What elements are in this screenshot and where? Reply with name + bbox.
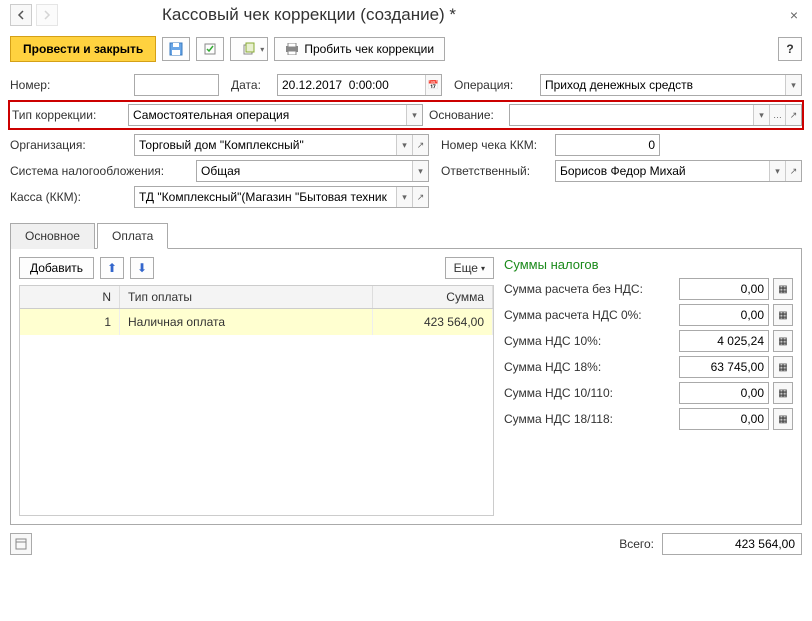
calculator-icon[interactable]: ▦ — [773, 278, 793, 300]
open-icon[interactable]: ↗ — [412, 135, 428, 155]
operation-label: Операция: — [454, 78, 534, 92]
grid-empty-area[interactable] — [20, 335, 493, 515]
help-button[interactable]: ? — [778, 37, 802, 61]
add-row-button[interactable]: Добавить — [19, 257, 94, 279]
cell-type: Наличная оплата — [120, 309, 373, 335]
tax-system-label: Система налогообложения: — [10, 164, 190, 178]
tax-system-select[interactable]: ▾ — [196, 160, 429, 182]
tax-vat10-110-input[interactable] — [679, 382, 769, 404]
print-correction-check-button[interactable]: Пробить чек коррекции — [274, 37, 445, 61]
save-button[interactable] — [162, 37, 190, 61]
chevron-down-icon[interactable]: ▾ — [412, 161, 428, 181]
kkm-num-input[interactable] — [555, 134, 660, 156]
total-label: Всего: — [619, 537, 654, 551]
date-input[interactable] — [278, 78, 425, 92]
tax-vat0-label: Сумма расчета НДС 0%: — [504, 308, 675, 322]
create-based-on-button[interactable] — [230, 37, 268, 61]
move-down-button[interactable]: ⬇ — [130, 257, 154, 279]
tax-no-vat-label: Сумма расчета без НДС: — [504, 282, 675, 296]
tax-no-vat-input[interactable] — [679, 278, 769, 300]
kassa-label: Касса (ККМ): — [10, 190, 128, 204]
basis-input[interactable] — [510, 108, 753, 122]
post-button[interactable] — [196, 37, 224, 61]
col-type[interactable]: Тип оплаты — [120, 286, 373, 308]
chevron-down-icon[interactable]: ▾ — [769, 161, 785, 181]
nav-back-button[interactable] — [10, 4, 32, 26]
org-select[interactable]: ▾ ↗ — [134, 134, 429, 156]
kassa-select[interactable]: ▾ ↗ — [134, 186, 429, 208]
tax-system-input[interactable] — [197, 164, 412, 178]
tax-vat18-118-label: Сумма НДС 18/118: — [504, 412, 675, 426]
move-up-button[interactable]: ⬆ — [100, 257, 124, 279]
open-icon[interactable]: ↗ — [785, 105, 801, 125]
more-button[interactable]: Еще▾ — [445, 257, 494, 279]
tab-main[interactable]: Основное — [10, 223, 95, 249]
tax-vat10-110-label: Сумма НДС 10/110: — [504, 386, 675, 400]
kassa-input[interactable] — [135, 190, 396, 204]
responsible-label: Ответственный: — [441, 164, 549, 178]
calendar-icon[interactable]: 📅 — [425, 75, 441, 95]
operation-select[interactable]: ▾ — [540, 74, 802, 96]
post-and-close-button[interactable]: Провести и закрыть — [10, 36, 156, 62]
payment-grid: N Тип оплаты Сумма 1 Наличная оплата 423… — [19, 285, 494, 516]
table-row[interactable]: 1 Наличная оплата 423 564,00 — [20, 309, 493, 335]
basis-label: Основание: — [429, 108, 509, 122]
page-title: Кассовый чек коррекции (создание) * — [162, 5, 782, 25]
number-label: Номер: — [10, 78, 128, 92]
chevron-down-icon[interactable]: ▾ — [406, 105, 422, 125]
org-input[interactable] — [135, 138, 396, 152]
tax-vat10-input[interactable] — [679, 330, 769, 352]
open-icon[interactable]: ↗ — [412, 187, 428, 207]
calculator-icon[interactable]: ▦ — [773, 408, 793, 430]
tax-section-title: Суммы налогов — [504, 257, 793, 272]
cell-n: 1 — [20, 309, 120, 335]
kkm-num-label: Номер чека ККМ: — [441, 138, 549, 152]
tax-vat0-input[interactable] — [679, 304, 769, 326]
cell-sum: 423 564,00 — [373, 309, 493, 335]
tax-vat18-118-input[interactable] — [679, 408, 769, 430]
total-input — [662, 533, 802, 555]
chevron-down-icon[interactable]: ▾ — [785, 75, 801, 95]
tax-vat18-label: Сумма НДС 18%: — [504, 360, 675, 374]
org-label: Организация: — [10, 138, 128, 152]
basis-select[interactable]: ▾ … ↗ — [509, 104, 802, 126]
chevron-down-icon[interactable]: ▾ — [396, 135, 412, 155]
responsible-input[interactable] — [556, 164, 769, 178]
correction-type-label: Тип коррекции: — [10, 108, 128, 122]
chevron-down-icon[interactable]: ▾ — [396, 187, 412, 207]
col-sum[interactable]: Сумма — [373, 286, 493, 308]
ellipsis-icon[interactable]: … — [769, 105, 785, 125]
tax-vat18-input[interactable] — [679, 356, 769, 378]
correction-type-input[interactable] — [129, 108, 406, 122]
correction-type-select[interactable]: ▾ — [128, 104, 423, 126]
footer-button[interactable] — [10, 533, 32, 555]
calculator-icon[interactable]: ▦ — [773, 382, 793, 404]
date-input-group[interactable]: 📅 — [277, 74, 442, 96]
tax-vat10-label: Сумма НДС 10%: — [504, 334, 675, 348]
calculator-icon[interactable]: ▦ — [773, 304, 793, 326]
calculator-icon[interactable]: ▦ — [773, 356, 793, 378]
open-icon[interactable]: ↗ — [785, 161, 801, 181]
calculator-icon[interactable]: ▦ — [773, 330, 793, 352]
number-input[interactable] — [134, 74, 219, 96]
chevron-down-icon[interactable]: ▾ — [753, 105, 769, 125]
operation-input[interactable] — [541, 78, 785, 92]
date-label: Дата: — [231, 78, 271, 92]
close-icon[interactable]: × — [786, 7, 802, 23]
tab-payment[interactable]: Оплата — [97, 223, 168, 249]
col-n[interactable]: N — [20, 286, 120, 308]
responsible-select[interactable]: ▾ ↗ — [555, 160, 802, 182]
nav-forward-button — [36, 4, 58, 26]
